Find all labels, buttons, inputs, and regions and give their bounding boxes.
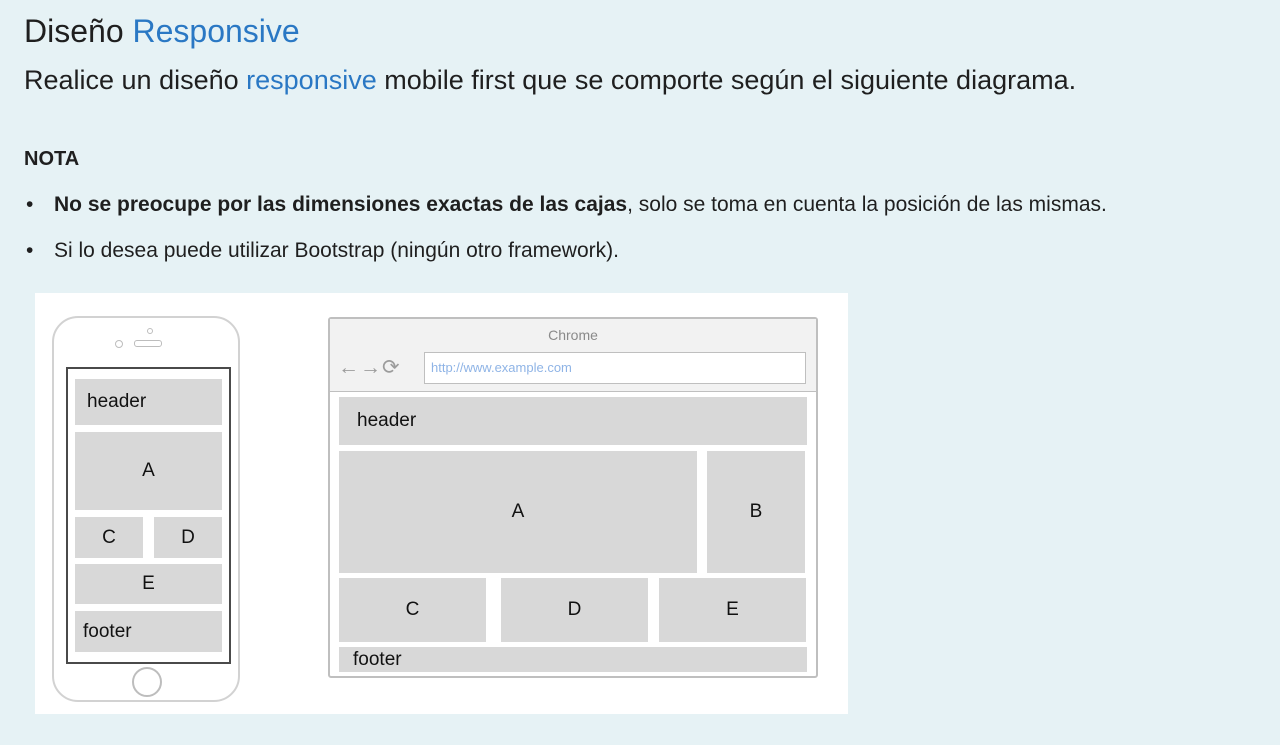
bullet-icon: • bbox=[26, 193, 34, 216]
title-accent: Responsive bbox=[132, 13, 300, 49]
nota-list: • No se preocupe por las dimensiones exa… bbox=[24, 190, 1107, 282]
title-prefix: Diseño bbox=[24, 13, 124, 49]
nota-item-text: , solo se toma en cuenta la posición de … bbox=[627, 193, 1107, 216]
mobile-header-box: header bbox=[75, 379, 222, 425]
reload-icon: ⟳ bbox=[382, 356, 401, 379]
mobile-a-box: A bbox=[75, 432, 222, 510]
nota-item-bold: No se preocupe por las dimensiones exact… bbox=[54, 193, 628, 216]
desktop-d-box: D bbox=[501, 578, 648, 642]
nota-heading: NOTA bbox=[24, 148, 80, 170]
mobile-footer-box: footer bbox=[75, 611, 222, 652]
browser-toolbar: Chrome ←→⟳ http://www.example.com bbox=[330, 319, 816, 392]
mobile-e-box: E bbox=[75, 564, 222, 604]
intro-after: mobile first que se comporte según el si… bbox=[376, 65, 1077, 95]
mobile-mockup: header A C D E footer bbox=[52, 316, 240, 702]
intro-before: Realice un diseño bbox=[24, 65, 247, 95]
layout-diagram: header A C D E footer Chrome ←→⟳ http://… bbox=[35, 293, 848, 714]
mobile-d-box: D bbox=[154, 517, 222, 558]
desktop-header-box: header bbox=[339, 397, 807, 445]
page-title: Diseño Responsive bbox=[24, 10, 300, 52]
bullet-icon: • bbox=[26, 239, 34, 262]
mobile-c-box: C bbox=[75, 517, 143, 558]
address-bar: http://www.example.com bbox=[424, 352, 806, 384]
mobile-screen: header A C D E footer bbox=[66, 367, 231, 664]
desktop-mockup: Chrome ←→⟳ http://www.example.com header… bbox=[328, 317, 818, 678]
desktop-b-box: B bbox=[707, 451, 805, 573]
phone-home-button-icon bbox=[132, 667, 162, 697]
intro-link: responsive bbox=[246, 65, 377, 95]
desktop-footer-box: footer bbox=[339, 647, 807, 672]
intro-text: Realice un diseño responsive mobile firs… bbox=[24, 62, 1076, 98]
browser-title: Chrome bbox=[548, 327, 598, 343]
nota-item: • No se preocupe por las dimensiones exa… bbox=[24, 190, 1107, 220]
phone-speaker-icon bbox=[134, 340, 162, 347]
nota-item: • Si lo desea puede utilizar Bootstrap (… bbox=[24, 236, 1107, 266]
desktop-c-box: C bbox=[339, 578, 486, 642]
back-arrow-icon: ← bbox=[338, 356, 360, 379]
phone-camera-icon bbox=[115, 340, 123, 348]
desktop-e-box: E bbox=[659, 578, 806, 642]
forward-arrow-icon: → bbox=[360, 356, 382, 379]
phone-sensor-icon bbox=[147, 328, 153, 334]
desktop-a-box: A bbox=[339, 451, 697, 573]
nota-item-text: Si lo desea puede utilizar Bootstrap (ni… bbox=[54, 239, 619, 262]
browser-nav-icons: ←→⟳ bbox=[338, 357, 401, 379]
